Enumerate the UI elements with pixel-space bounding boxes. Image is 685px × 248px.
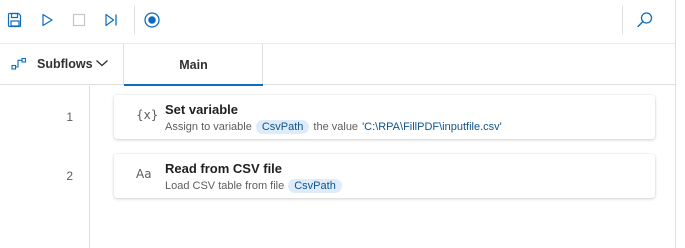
- run-button[interactable]: [34, 7, 60, 33]
- variable-token[interactable]: CsvPath: [288, 179, 342, 193]
- action-description: Assign to variable CsvPath the value 'C:…: [165, 120, 502, 134]
- subflows-dropdown[interactable]: Subflows: [0, 44, 124, 85]
- run-icon: [42, 13, 53, 27]
- save-button[interactable]: [2, 7, 28, 33]
- line-number: 2: [66, 169, 73, 183]
- toolbar: [0, 0, 685, 40]
- value-literal: 'C:\RPA\FillPDF\inputfile.csv': [362, 121, 502, 133]
- toolbar-separator: [134, 6, 135, 34]
- action-card-set-variable[interactable]: {x} Set variable Assign to variable CsvP…: [114, 95, 655, 139]
- variable-token[interactable]: CsvPath: [255, 120, 310, 134]
- save-icon: [7, 12, 22, 28]
- variable-icon: {x}: [136, 108, 159, 122]
- run-next-action-button[interactable]: [98, 7, 124, 33]
- stop-button[interactable]: [66, 7, 92, 33]
- window-edge: [675, 0, 685, 248]
- flow-canvas: {x} Set variable Assign to variable CsvP…: [91, 86, 675, 248]
- chevron-down-icon: [96, 60, 108, 67]
- text-icon: Aa: [136, 167, 152, 181]
- toolbar-separator: [622, 6, 623, 34]
- record-button[interactable]: [139, 7, 165, 33]
- action-title: Set variable: [165, 102, 238, 117]
- run-next-action-icon: [105, 13, 117, 27]
- search-icon: [637, 12, 653, 28]
- record-icon: [144, 12, 160, 28]
- description-middle: the value: [313, 121, 359, 133]
- tab-main-label: Main: [179, 58, 208, 72]
- search-button[interactable]: [632, 7, 658, 33]
- subflows-icon: [11, 57, 27, 70]
- action-card-read-csv[interactable]: Aa Read from CSV file Load CSV table fro…: [114, 154, 655, 198]
- stop-icon: [72, 13, 86, 27]
- action-title: Read from CSV file: [165, 161, 283, 176]
- description-prefix: Load CSV table from file: [165, 180, 285, 192]
- subflows-label: Subflows: [37, 57, 93, 71]
- line-number-gutter: 1 2: [0, 86, 90, 248]
- action-description: Load CSV table from file CsvPath: [165, 179, 342, 193]
- tab-bar: Subflows Main: [0, 43, 675, 86]
- tab-main[interactable]: Main: [124, 44, 263, 86]
- line-number: 1: [66, 110, 73, 124]
- description-prefix: Assign to variable: [165, 121, 252, 133]
